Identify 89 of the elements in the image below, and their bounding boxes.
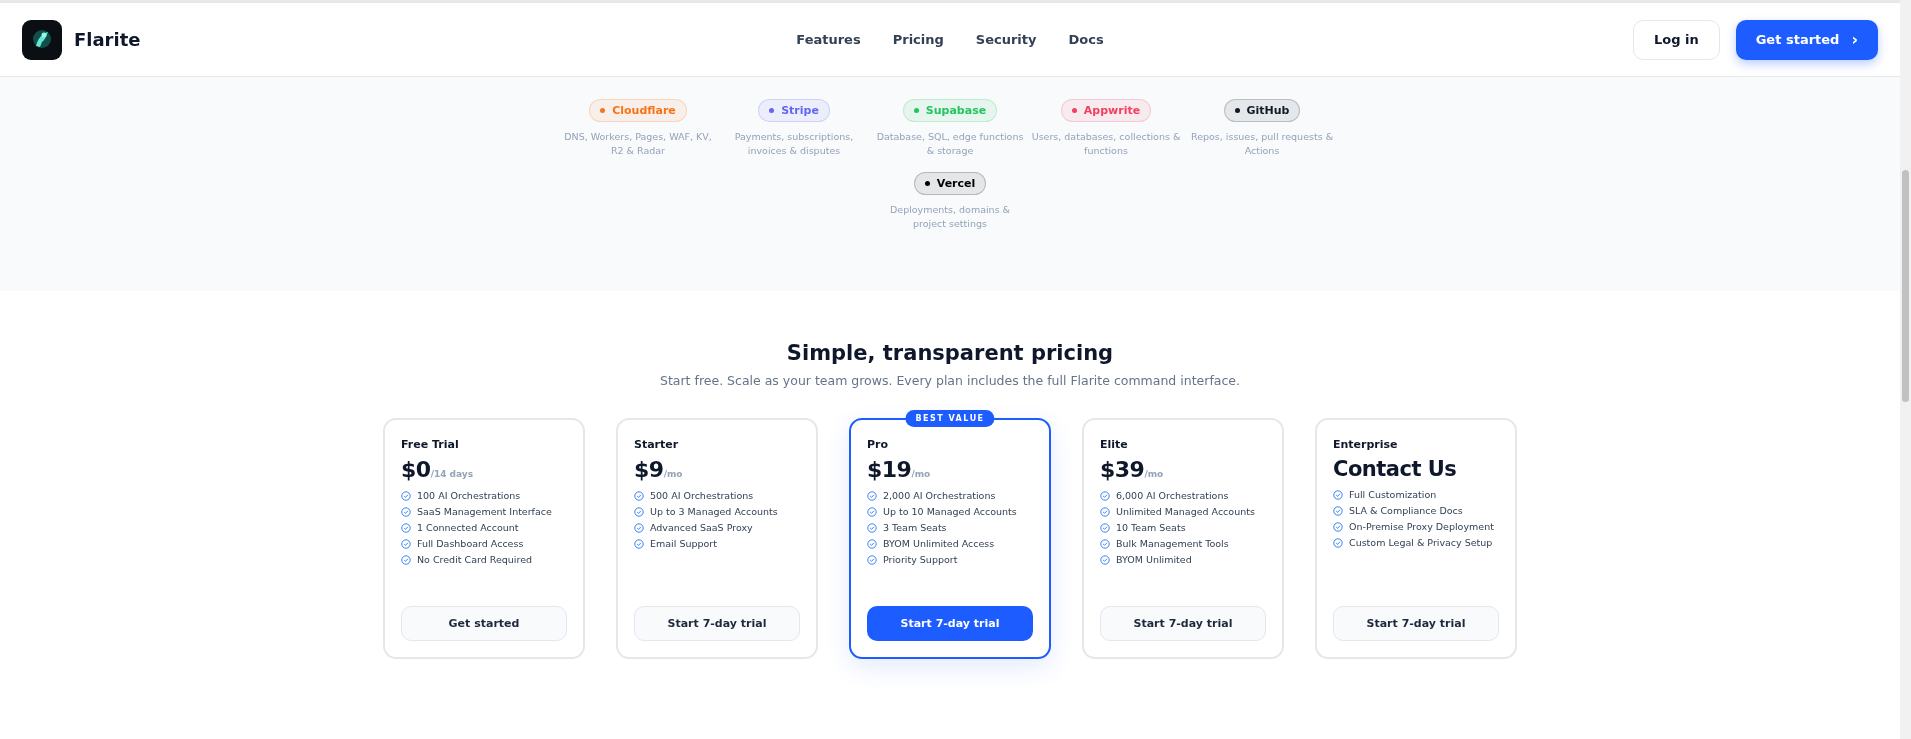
section-title: Simple, transparent pricing [786, 341, 1114, 365]
plan-button[interactable]: Start 7-day trial [1100, 606, 1266, 641]
integration-description: Payments, subscriptions, invoices & disputes [733, 130, 855, 158]
check-circle-icon [401, 490, 411, 501]
check-circle-icon [1100, 554, 1110, 565]
check-circle-icon [634, 506, 644, 517]
check-circle-icon [1333, 505, 1343, 516]
plan-price: $0 [401, 457, 431, 482]
nav-link[interactable]: Pricing [892, 32, 944, 47]
feature-text: SLA & Compliance Docs [1349, 505, 1463, 516]
feature-text: No Credit Card Required [417, 554, 533, 565]
nav-link[interactable]: Docs [1068, 32, 1104, 47]
check-circle-icon [867, 522, 877, 533]
feature-text: BYOM Unlimited [1116, 554, 1192, 565]
feature-text: BYOM Unlimited Access [883, 538, 995, 549]
feature-text: 6,000 AI Orchestrations [1116, 490, 1229, 501]
check-circle-icon [634, 490, 644, 501]
check-circle-icon [401, 522, 411, 533]
check-circle-icon [1100, 490, 1110, 501]
feature-text: 10 Team Seats [1116, 522, 1186, 533]
brand-name[interactable]: Flarite [74, 29, 141, 50]
check-circle-icon [1333, 537, 1343, 548]
logo-icon [22, 19, 62, 60]
check-circle-icon [1100, 538, 1110, 549]
feature-text: Up to 3 Managed Accounts [650, 506, 778, 517]
scrollbar-thumb[interactable] [1902, 170, 1909, 402]
price-period: /mo [1144, 469, 1164, 479]
integration-name: Cloudflare [612, 104, 676, 117]
plan-name: Pro [867, 438, 890, 451]
integration-description: Database, SQL, edge functions & storage [875, 130, 1025, 158]
check-circle-icon [401, 554, 411, 565]
best-value-badge: BEST VALUE [905, 410, 995, 427]
check-circle-icon [634, 538, 644, 549]
check-circle-icon [867, 490, 877, 501]
plan-name: Enterprise [1333, 438, 1399, 451]
integration-description: Repos, issues, pull requests & Actions [1189, 130, 1335, 158]
check-circle-icon [1100, 506, 1110, 517]
plan-name: Elite [1100, 438, 1129, 451]
feature-text: 500 AI Orchestrations [650, 490, 754, 501]
feature-text: Email Support [650, 538, 717, 549]
get-started-button[interactable]: Get started › [1735, 19, 1878, 60]
integration-name: Stripe [781, 104, 819, 117]
check-circle-icon [634, 522, 644, 533]
check-circle-icon [867, 538, 877, 549]
integration-description: DNS, Workers, Pages, WAF, KV, R2 & Radar [563, 130, 713, 158]
feature-text: Up to 10 Managed Accounts [883, 506, 1017, 517]
feature-text: Unlimited Managed Accounts [1116, 506, 1255, 517]
plan-name: Free Trial [401, 438, 460, 451]
check-circle-icon [867, 506, 877, 517]
feature-text: 2,000 AI Orchestrations [883, 490, 996, 501]
feature-text: Bulk Management Tools [1116, 538, 1229, 549]
price-period: /mo [663, 469, 683, 479]
plan-name: Starter [634, 438, 680, 451]
check-circle-icon [401, 506, 411, 517]
check-circle-icon [1100, 522, 1110, 533]
price-period: /14 days [430, 469, 474, 479]
plan-button[interactable]: Start 7-day trial [867, 606, 1033, 641]
feature-text: Custom Legal & Privacy Setup [1349, 537, 1493, 548]
feature-text: 100 AI Orchestrations [417, 490, 521, 501]
feature-text: 3 Team Seats [883, 522, 947, 533]
integration-name: Appwrite [1083, 104, 1141, 117]
check-circle-icon [401, 538, 411, 549]
feature-text: Full Customization [1349, 489, 1437, 500]
plan-price: $19 [867, 457, 912, 482]
plan-price: Contact Us [1333, 457, 1457, 481]
plan-price: $9 [634, 457, 664, 482]
integration-name: GitHub [1246, 104, 1290, 117]
integration-name: Supabase [925, 104, 987, 117]
nav-link[interactable]: Features [796, 32, 861, 47]
feature-text: Full Dashboard Access [417, 538, 524, 549]
feature-text: 1 Connected Account [417, 522, 519, 533]
feature-text: SaaS Management Interface [417, 506, 552, 517]
section-subtitle: Start free. Scale as your team grows. Every plan includes the full Flarite command interface. [660, 373, 1240, 388]
check-circle-icon [867, 554, 877, 565]
price-period: /mo [911, 469, 931, 479]
feature-text: Advanced SaaS Proxy [650, 522, 753, 533]
plan-button[interactable]: Get started [401, 606, 567, 641]
integration-name: Vercel [936, 177, 976, 190]
plan-price: $39 [1100, 457, 1145, 482]
check-circle-icon [1333, 489, 1343, 500]
check-circle-icon [1333, 521, 1343, 532]
integration-description: Deployments, domains & project settings [888, 203, 1012, 231]
feature-text: Priority Support [883, 554, 958, 565]
login-button[interactable]: Log in [1632, 19, 1720, 60]
integration-description: Users, databases, collections & functions [1031, 130, 1181, 158]
plan-button[interactable]: Start 7-day trial [634, 606, 800, 641]
feature-text: On-Premise Proxy Deployment [1349, 521, 1494, 532]
plan-button[interactable]: Start 7-day trial [1333, 606, 1499, 641]
nav-link[interactable]: Security [975, 32, 1037, 47]
